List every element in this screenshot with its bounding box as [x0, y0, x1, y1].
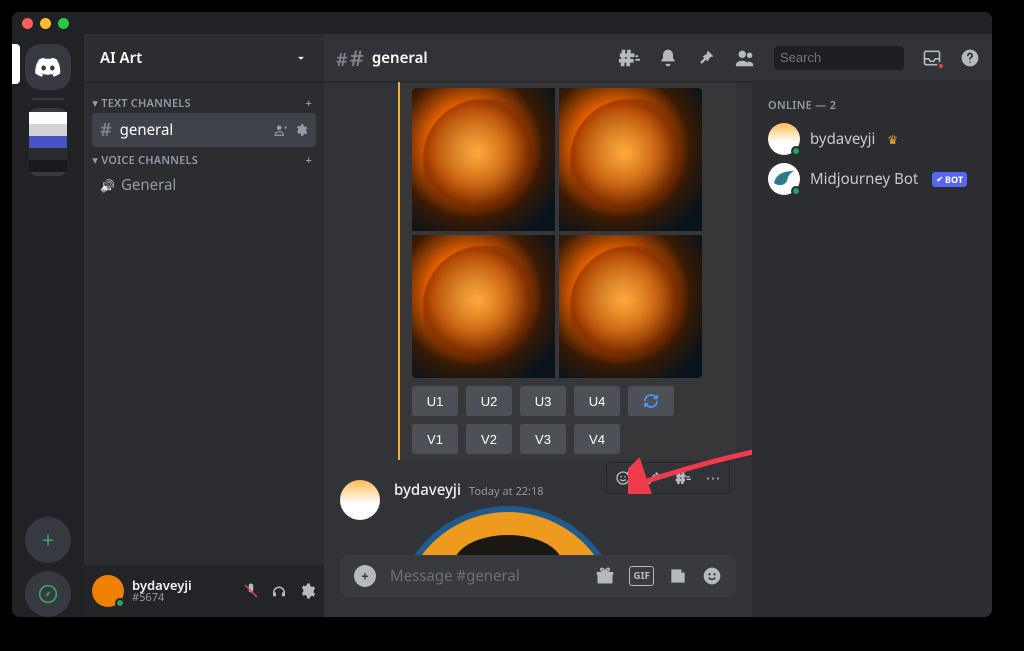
edit-icon[interactable]	[639, 465, 667, 491]
message-input-row: + Message #general GIF	[324, 555, 752, 617]
category-text[interactable]: ▸TEXT CHANNELS +	[92, 90, 316, 113]
member-name: bydaveyji	[810, 129, 875, 149]
grid-image-2[interactable]	[559, 88, 702, 231]
search-box[interactable]	[774, 46, 904, 70]
more-icon[interactable]: ⋯	[699, 465, 727, 491]
reroll-button[interactable]	[628, 386, 674, 416]
message-hover-actions: ⋯	[606, 462, 730, 494]
grid-image-1[interactable]	[412, 88, 555, 231]
home-dm-button[interactable]	[25, 44, 71, 90]
voice-channel-general[interactable]: General	[92, 170, 316, 200]
topbar-channel-name: general	[372, 48, 428, 68]
image-grid[interactable]	[412, 88, 702, 378]
member-name: Midjourney Bot	[810, 169, 918, 189]
attach-button[interactable]: +	[354, 565, 376, 587]
add-server-button[interactable]: +	[25, 517, 71, 563]
member-list: ONLINE — 2 bydaveyji ♛ Midjourney Bot BO…	[752, 82, 992, 617]
message-timestamp: Today at 22:18	[469, 484, 544, 499]
members-online-heading: ONLINE — 2	[760, 98, 984, 119]
add-reaction-icon[interactable]	[609, 465, 637, 491]
server-name: AI Art	[100, 48, 142, 68]
u3-button[interactable]: U3	[520, 386, 566, 416]
member-item[interactable]: bydaveyji ♛	[760, 119, 984, 159]
deafen-icon[interactable]	[270, 582, 288, 600]
message-avatar[interactable]	[340, 480, 380, 520]
invite-people-icon[interactable]	[274, 123, 288, 137]
v2-button[interactable]: V2	[466, 424, 512, 454]
u2-button[interactable]: U2	[466, 386, 512, 416]
server-folder[interactable]	[29, 108, 67, 176]
u4-button[interactable]: U4	[574, 386, 620, 416]
messages-scroller[interactable]: U1 U2 U3 U4 V1 V2 V3 V4	[324, 82, 752, 555]
midjourney-result: U1 U2 U3 U4 V1 V2 V3 V4	[398, 82, 736, 460]
member-avatar	[768, 123, 800, 155]
bot-badge: BOT	[932, 172, 967, 187]
server-header[interactable]: AI Art	[84, 34, 324, 82]
chevron-down-icon	[294, 51, 308, 65]
sticker-icon[interactable]	[668, 566, 688, 586]
self-avatar[interactable]	[92, 575, 124, 607]
create-thread-icon[interactable]	[669, 465, 697, 491]
window-minimize[interactable]	[40, 18, 51, 29]
guild-rail: +	[12, 34, 84, 617]
uploaded-image[interactable]	[394, 506, 622, 555]
hash-icon: #	[336, 43, 364, 73]
hash-icon	[100, 118, 114, 142]
channel-settings-icon[interactable]	[294, 123, 308, 137]
message-author[interactable]: bydaveyji	[394, 480, 461, 500]
user-settings-icon[interactable]	[298, 582, 316, 600]
create-channel-icon[interactable]: +	[306, 153, 313, 168]
gif-icon[interactable]: GIF	[629, 566, 654, 586]
threads-icon[interactable]	[618, 47, 640, 69]
mac-titlebar	[12, 12, 992, 34]
window-zoom[interactable]	[58, 18, 69, 29]
message: bydaveyji Today at 22:18	[340, 474, 736, 555]
channel-topbar: # general	[324, 34, 992, 82]
notifications-icon[interactable]	[658, 48, 678, 68]
user-panel: bydaveyji #5674	[84, 565, 324, 617]
v1-button[interactable]: V1	[412, 424, 458, 454]
message-input[interactable]: + Message #general GIF	[340, 555, 736, 597]
inbox-icon[interactable]	[922, 48, 942, 68]
window-close[interactable]	[22, 18, 33, 29]
member-item[interactable]: Midjourney Bot BOT	[760, 159, 984, 199]
upscale-row: U1 U2 U3 U4	[412, 386, 736, 416]
v4-button[interactable]: V4	[574, 424, 620, 454]
main-area: # general	[324, 34, 992, 617]
channel-general[interactable]: general	[92, 113, 316, 147]
explore-servers-button[interactable]	[25, 571, 71, 617]
variation-row: V1 V2 V3 V4	[412, 424, 736, 454]
grid-image-4[interactable]	[559, 235, 702, 378]
gift-icon[interactable]	[595, 566, 615, 586]
member-avatar	[768, 163, 800, 195]
help-icon[interactable]	[960, 48, 980, 68]
category-voice[interactable]: ▸VOICE CHANNELS +	[92, 147, 316, 170]
channel-sidebar: AI Art ▸TEXT CHANNELS + general	[84, 34, 324, 617]
member-list-icon[interactable]	[734, 47, 756, 69]
message-attachment[interactable]	[394, 506, 736, 555]
emoji-icon[interactable]	[702, 566, 722, 586]
self-discriminator: #5674	[132, 592, 234, 604]
u1-button[interactable]: U1	[412, 386, 458, 416]
owner-crown-icon: ♛	[887, 131, 898, 148]
input-placeholder: Message #general	[390, 566, 581, 586]
speaker-icon	[100, 175, 115, 195]
selected-guild-pill	[12, 44, 20, 84]
grid-image-3[interactable]	[412, 235, 555, 378]
chat-column: U1 U2 U3 U4 V1 V2 V3 V4	[324, 82, 752, 617]
discord-window: + AI Art ▸TEXT CHANNELS + general	[12, 12, 992, 617]
mute-mic-icon[interactable]	[242, 582, 260, 600]
v3-button[interactable]: V3	[520, 424, 566, 454]
pinned-icon[interactable]	[696, 48, 716, 68]
create-channel-icon[interactable]: +	[306, 96, 313, 111]
